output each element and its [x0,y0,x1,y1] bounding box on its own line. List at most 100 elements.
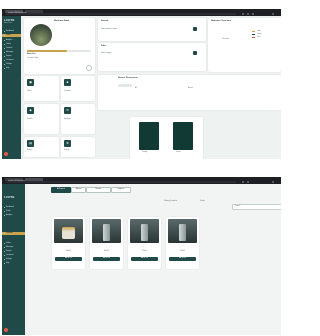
sidebar-item-settings[interactable]: Settings [2,63,21,66]
avatar[interactable] [30,24,52,46]
sidebar-item-dashboard[interactable]: Dashboard [2,206,25,209]
search-input[interactable]: Search... [232,204,281,210]
tile-products[interactable]: ◆ Products [24,104,59,134]
filter-icon[interactable] [193,51,197,55]
brand-logo: LUSTER [4,196,15,199]
profile-name: Admin User [27,54,36,55]
help-icon [3,263,5,265]
sidebar-item-products[interactable]: Products [2,47,21,50]
documents-preview: Catalog Invoice [130,117,203,159]
bottle-image [179,224,186,241]
sidebar-item-messages[interactable]: Messages [2,246,25,249]
address-bar[interactable]: localhost:3000/dashboard [6,13,236,16]
tile-label: Products [27,119,33,120]
brand-logo: LUSTER [4,19,15,22]
search-input[interactable]: Search products, orders... [101,29,118,30]
product-image[interactable] [168,219,197,243]
sidebar-item-analytics[interactable]: Analytics [2,39,21,42]
add-to-cart-button[interactable]: Add to Cart [169,257,196,261]
product-image[interactable] [92,219,121,243]
sidebar-item-reports[interactable]: Reports [2,250,25,253]
extension-icon[interactable] [247,181,249,183]
add-to-cart-button[interactable]: Add to Cart [131,257,158,261]
bottle-image [141,224,148,241]
radio-all[interactable]: All [135,88,137,89]
product-card[interactable]: Hair Oil $25.00 Add to Cart [166,217,199,269]
product-name: Serum Drops [101,246,112,247]
help-icon [3,68,5,70]
extension-icon[interactable] [242,13,244,15]
sidebar-item-label: Analytics [6,214,13,216]
add-to-cart-button[interactable]: Add to Cart [93,257,120,261]
file-icon [3,56,5,58]
sidebar-item-reports[interactable]: Reports [2,55,21,58]
product-name: Body Lotion [139,246,150,247]
sidebar-item-label: Customers [6,59,14,61]
product-image[interactable] [130,219,159,243]
sidebar-item-orders[interactable]: Orders [2,242,25,245]
sidebar-item-label: Help [6,262,10,264]
sidebar-item-help[interactable]: Help [2,67,21,70]
sidebar-item-messages[interactable]: Messages [2,51,21,54]
tile-messages[interactable]: ✉ Messages [61,104,95,134]
profile-icon[interactable] [272,181,274,183]
sidebar-item-dashboard[interactable]: Dashboard [2,30,21,33]
chart-icon [3,40,5,42]
users-icon [3,255,5,257]
logout-icon[interactable] [4,328,8,332]
product-card[interactable]: Serum Drops $39.00 Add to Cart [90,217,123,269]
sidebar-item-label: Messages [6,51,14,53]
sidebar-item-settings[interactable]: Settings [2,258,25,261]
tile-settings[interactable]: ✻ Settings [61,137,95,157]
statistics-note: This week [222,39,229,40]
mail-icon [3,247,5,249]
extension-icon[interactable] [247,13,249,15]
document-label: Catalog [142,152,148,153]
edit-icon[interactable] [86,65,92,71]
document-thumbnail[interactable] [173,122,193,150]
document-thumbnail[interactable] [139,122,159,150]
sort-select[interactable]: Sort by [200,201,205,202]
sidebar-item-analytics[interactable]: Analytics [2,214,25,217]
filter-select[interactable]: Select category [101,53,111,54]
tile-reports[interactable]: ▤ Reports [24,137,59,157]
product-card[interactable]: Body Lotion $29.00 Add to Cart [128,217,161,269]
tab-haircare[interactable]: Haircare [86,187,111,193]
legend-label: Sales [257,30,261,32]
legend-swatch-orders [252,34,255,36]
dashboard-screenshot: localhost:3000/dashboard LUSTER Admin Pa… [2,9,281,159]
sidebar-item-orders[interactable]: Orders [2,43,21,46]
filter-pill[interactable] [118,84,132,87]
logout-icon[interactable] [4,152,8,156]
file-icon [3,251,5,253]
sidebar-item-label: Reports [6,55,12,57]
sidebar-item-customers[interactable]: Customers [2,254,25,257]
box-icon [3,44,5,46]
sidebar-item-help[interactable]: Help [2,262,25,265]
sidebar-item-customers[interactable]: Customers [2,59,21,62]
product-image[interactable] [54,219,83,243]
tab-all-products[interactable]: All Products [51,187,71,193]
search-icon[interactable] [193,27,197,31]
radio-recent[interactable]: Recent [188,88,193,89]
dashboard-icon [3,31,5,33]
extension-icon[interactable] [242,181,244,183]
profile-icon[interactable] [272,13,274,15]
tile-label: Orders [27,91,32,92]
sidebar-item-products[interactable]: Products [2,232,25,236]
product-name: Hair Oil [179,246,186,247]
extension-icon[interactable] [252,13,254,15]
bottle-image [103,224,110,241]
add-to-cart-button[interactable]: Add to Cart [55,257,82,261]
tab-skincare[interactable]: Skincare [71,187,86,193]
tile-customers[interactable]: ☻ Customers [61,76,95,101]
product-count: Showing 4 products [164,201,178,202]
dashboard-icon [3,207,5,209]
sidebar-item-label: Orders [6,43,11,45]
tab-fragrance[interactable]: Fragrance [111,187,131,193]
tag-icon [3,233,5,235]
sidebar-item-profile[interactable]: Profile [2,210,25,213]
product-card[interactable]: Luxury Face Cream $49.00 Add to Cart [52,217,85,269]
sidebar-item-profile[interactable]: Profile [2,34,21,38]
tile-orders[interactable]: ▣ Orders [24,76,59,101]
